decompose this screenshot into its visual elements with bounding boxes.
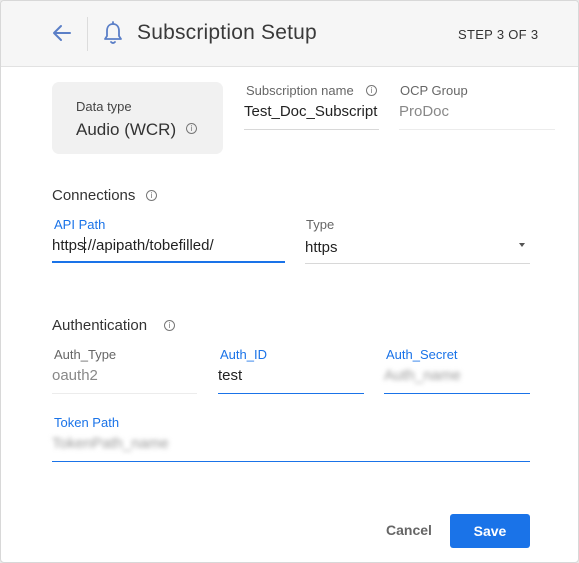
- token-path-label: Token Path: [54, 415, 120, 430]
- token-path-field[interactable]: TokenPath_name: [52, 435, 252, 452]
- auth-id-underline: [218, 393, 364, 394]
- type-select[interactable]: https: [305, 239, 505, 256]
- api-path-label: API Path: [54, 217, 106, 232]
- api-path-underline: [52, 261, 285, 263]
- api-path-text-after-cursor: ://apipath/tobefilled/: [83, 237, 214, 254]
- save-button[interactable]: Save: [450, 514, 530, 548]
- auth-secret-field[interactable]: Auth_name: [384, 367, 524, 384]
- token-path-underline: [52, 461, 530, 462]
- data-type-label: Data type: [76, 99, 132, 114]
- api-path-field[interactable]: https://apipath/tobefilled/: [52, 237, 284, 254]
- authentication-title: Authentication: [52, 317, 148, 334]
- ocp-group-field[interactable]: ProDoc: [399, 103, 529, 120]
- type-label: Type: [306, 217, 335, 232]
- type-underline: [305, 263, 530, 264]
- auth-id-field[interactable]: test: [218, 367, 358, 384]
- info-icon[interactable]: i: [146, 190, 157, 201]
- data-type-card: Data type Audio (WCR) i: [52, 82, 223, 154]
- ocp-group-underline: [399, 129, 555, 130]
- auth-secret-underline: [384, 393, 530, 394]
- caret-down-icon[interactable]: [519, 243, 525, 247]
- data-type-value: Audio (WCR): [76, 120, 177, 139]
- page-title: Subscription Setup: [137, 21, 317, 44]
- ocp-group-label: OCP Group: [400, 83, 468, 98]
- info-icon[interactable]: i: [366, 85, 377, 96]
- info-icon[interactable]: i: [186, 123, 197, 134]
- connections-title: Connections: [52, 187, 136, 204]
- auth-secret-label: Auth_Secret: [386, 347, 458, 362]
- auth-type-label: Auth_Type: [54, 347, 117, 362]
- auth-type-field[interactable]: oauth2: [52, 367, 192, 384]
- api-path-text-before-cursor: https: [52, 237, 85, 254]
- step-indicator: STEP 3 OF 3: [458, 27, 539, 42]
- subscription-name-field[interactable]: Test_Doc_Subscript: [244, 103, 379, 120]
- subscription-name-underline: [244, 129, 379, 130]
- auth-type-underline: [52, 393, 197, 394]
- subscription-setup-dialog: Subscription Setup STEP 3 OF 3 Data type…: [0, 0, 579, 563]
- subscription-name-label: Subscription name: [246, 83, 354, 98]
- cancel-button[interactable]: Cancel: [386, 522, 432, 538]
- info-icon[interactable]: i: [164, 320, 175, 331]
- auth-id-label: Auth_ID: [220, 347, 267, 362]
- arrow-left-icon[interactable]: [51, 22, 73, 44]
- dialog-header: Subscription Setup STEP 3 OF 3: [1, 1, 578, 67]
- bell-icon: [104, 21, 122, 44]
- header-divider: [87, 17, 88, 51]
